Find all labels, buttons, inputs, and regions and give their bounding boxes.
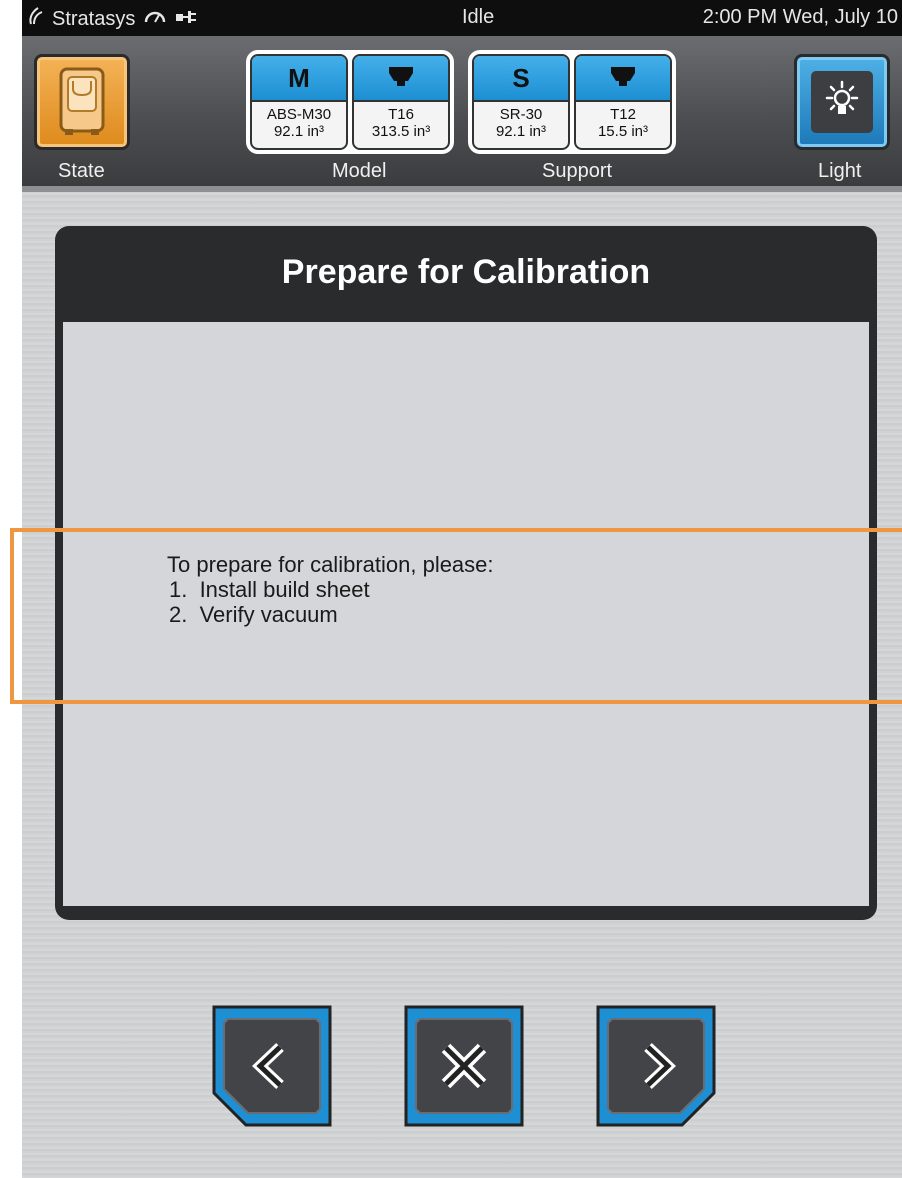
clock: 2:00 PM Wed, July 10 — [702, 6, 898, 28]
tip-name: T16 — [388, 106, 414, 123]
tip-volume: 313.5 in³ — [371, 123, 431, 140]
model-material-slot[interactable]: M ABS-M30 92.1 in³ — [250, 54, 348, 150]
support-label: Support — [542, 160, 613, 182]
annotation-highlight-box — [10, 528, 902, 704]
brand-name: Stratasys — [52, 7, 136, 30]
network-icon — [175, 8, 197, 31]
tip-icon — [388, 63, 414, 94]
model-material-group: M ABS-M30 92.1 in³ T16 313.5 in³ — [246, 50, 454, 154]
back-button[interactable] — [210, 1003, 334, 1129]
support-material-slot[interactable]: S SR-30 92.1 in³ — [472, 54, 570, 150]
brand-area: Stratasys — [28, 6, 197, 32]
material-tab: S — [474, 56, 568, 102]
state-button[interactable] — [34, 54, 130, 150]
material-tab: M — [252, 56, 346, 102]
next-button[interactable] — [594, 1003, 718, 1129]
tip-volume: 15.5 in³ — [597, 123, 649, 140]
model-tip-slot[interactable]: T16 313.5 in³ — [352, 54, 450, 150]
material-name: SR-30 — [499, 106, 543, 123]
material-volume: 92.1 in³ — [273, 123, 325, 140]
gauge-icon — [143, 7, 167, 31]
lightbulb-icon — [822, 80, 862, 125]
dialog-title: Prepare for Calibration — [281, 252, 651, 291]
material-volume: 92.1 in³ — [495, 123, 547, 140]
stratasys-logo-icon — [28, 6, 44, 32]
tip-name: T12 — [610, 106, 636, 123]
printer-state-text: Idle — [462, 6, 495, 28]
material-name: ABS-M30 — [266, 106, 332, 123]
support-material-group: S SR-30 92.1 in³ T12 15.5 in³ — [468, 50, 676, 154]
support-tip-slot[interactable]: T12 15.5 in³ — [574, 54, 672, 150]
cancel-button[interactable] — [402, 1003, 526, 1129]
light-label: Light — [818, 160, 862, 182]
model-label: Model — [332, 160, 387, 182]
tip-icon — [610, 63, 636, 94]
header-bar: State M ABS-M30 92.1 in³ T16 313.5 in³ M… — [22, 36, 902, 192]
printer-icon — [59, 67, 105, 142]
status-bar: Stratasys Idle 2:00 PM Wed, July 10 — [22, 0, 902, 36]
state-label: State — [58, 160, 105, 182]
light-button[interactable] — [794, 54, 890, 150]
